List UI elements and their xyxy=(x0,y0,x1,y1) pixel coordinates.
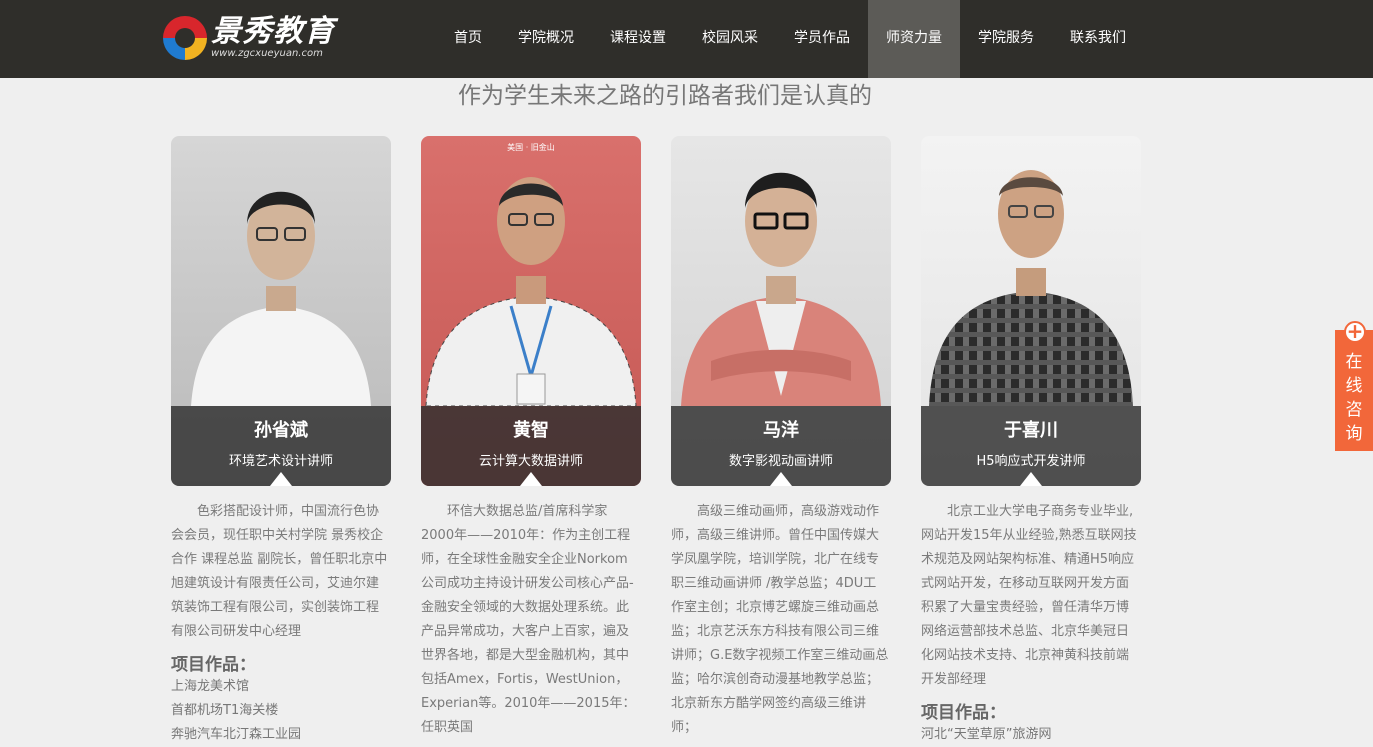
works-item: 河北“天堂草原”旅游网 xyxy=(921,727,1052,742)
works-heading: 项目作品： xyxy=(921,703,1006,723)
teacher-photo[interactable]: 美国 · 旧金山 黄智 云计算大数据讲师 xyxy=(421,136,641,486)
consult-char: 线 xyxy=(1345,376,1363,396)
works-list: 河北“天堂草原”旅游网 xyxy=(921,723,1141,747)
teacher-name: 孙省斌 xyxy=(254,420,308,441)
teacher-bio: 高级三维动画师，高级游戏动作师，高级三维讲师。曾任中国传媒大学凤凰学院，培训学院… xyxy=(671,504,889,735)
teacher-card: 马洋 数字影视动画讲师 高级三维动画师，高级游戏动作师，高级三维讲师。曾任中国传… xyxy=(671,136,891,740)
consult-char: 咨 xyxy=(1345,400,1363,420)
main-nav: 首页 学院概况 课程设置 校园风采 学员作品 师资力量 学院服务 联系我们 xyxy=(436,0,1144,78)
nav-item-student-works[interactable]: 学员作品 xyxy=(776,0,868,78)
teacher-portrait-icon xyxy=(929,170,1133,406)
teacher-title: 数字影视动画讲师 xyxy=(728,454,833,469)
teacher-portrait-icon xyxy=(191,191,371,406)
nav-item-courses[interactable]: 课程设置 xyxy=(592,0,684,78)
teacher-portrait-icon xyxy=(681,172,881,406)
plus-icon: + xyxy=(1344,321,1366,343)
teacher-bio: 环信大数据总监/首席科学家2000年——2010年：作为主创工程师，在全球性金融… xyxy=(421,504,636,735)
teacher-bio: 色彩搭配设计师，中国流行色协会会员，现任职中关村学院 景秀校企合作 课程总监 副… xyxy=(171,504,388,639)
works-item: 首都机场T1海关楼 xyxy=(171,703,279,718)
nav-item-faculty[interactable]: 师资力量 xyxy=(868,0,960,78)
teacher-name: 马洋 xyxy=(763,420,799,441)
teacher-title: 环境艺术设计讲师 xyxy=(228,454,333,469)
teacher-name: 于喜川 xyxy=(1004,420,1058,441)
caret-up-icon xyxy=(770,472,792,486)
works-list: 上海龙美术馆 首都机场T1海关楼 奔驰汽车北汀森工业园 xyxy=(171,675,391,747)
teacher-photo[interactable]: 于喜川 H5响应式开发讲师 xyxy=(921,136,1141,486)
online-consult-label: 在 线 咨 询 xyxy=(1335,350,1373,446)
teacher-card: 于喜川 H5响应式开发讲师 北京工业大学电子商务专业毕业, 网站开发15年从业经… xyxy=(921,136,1141,747)
nav-item-services[interactable]: 学院服务 xyxy=(960,0,1052,78)
site-header: 景秀教育 www.zgcxueyuan.com 首页 学院概况 课程设置 校园风… xyxy=(0,0,1373,78)
site-logo[interactable]: 景秀教育 www.zgcxueyuan.com xyxy=(163,10,335,66)
teacher-card: 孙省斌 环境艺术设计讲师 色彩搭配设计师，中国流行色协会会员，现任职中关村学院 … xyxy=(171,136,391,747)
nav-item-home[interactable]: 首页 xyxy=(436,0,500,78)
consult-char: 在 xyxy=(1345,352,1363,372)
consult-char: 询 xyxy=(1345,424,1363,444)
works-heading: 项目作品： xyxy=(171,655,256,675)
teacher-portrait-icon xyxy=(425,177,637,406)
works-item: 奔驰汽车北汀森工业园 xyxy=(171,727,302,742)
caret-up-icon xyxy=(520,472,542,486)
caret-up-icon xyxy=(1020,472,1042,486)
section-title: 作为学生未来之路的引路者我们是认真的 xyxy=(458,83,872,109)
online-consult-button[interactable]: + 在 线 咨 询 xyxy=(1335,321,1373,451)
nav-item-about[interactable]: 学院概况 xyxy=(500,0,592,78)
teacher-photo[interactable]: 孙省斌 环境艺术设计讲师 xyxy=(171,136,391,486)
teacher-name: 黄智 xyxy=(513,420,549,441)
logo-url-text: www.zgcxueyuan.com xyxy=(211,48,323,59)
teacher-card: 美国 · 旧金山 黄智 云计算大数据讲师 环信大数据总监/首席科学家2000年—… xyxy=(421,136,641,740)
teacher-photo[interactable]: 马洋 数字影视动画讲师 xyxy=(671,136,891,486)
nav-item-campus[interactable]: 校园风采 xyxy=(684,0,776,78)
teacher-title: 云计算大数据讲师 xyxy=(478,454,583,469)
teacher-bio: 北京工业大学电子商务专业毕业, 网站开发15年从业经验,熟悉互联网技术规范及网站… xyxy=(921,504,1137,687)
logo-emblem-icon xyxy=(163,16,207,60)
logo-brand-text: 景秀教育 xyxy=(211,14,335,49)
nav-item-contact[interactable]: 联系我们 xyxy=(1052,0,1144,78)
works-item: 上海龙美术馆 xyxy=(171,679,250,694)
caret-up-icon xyxy=(270,472,292,486)
teacher-title: H5响应式开发讲师 xyxy=(976,454,1086,469)
